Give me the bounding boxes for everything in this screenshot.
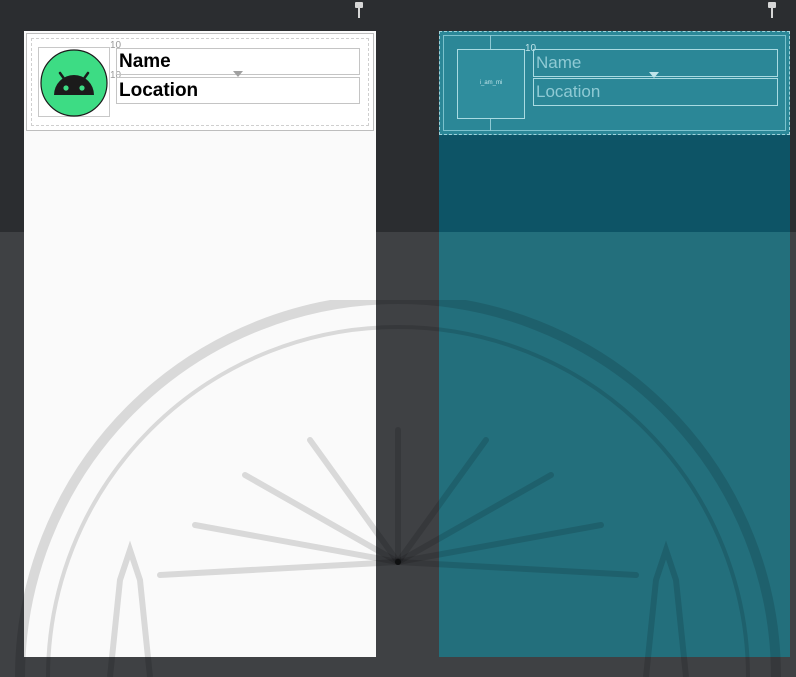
- blueprint-surface[interactable]: i_am_mi 10 Name Location: [439, 31, 790, 657]
- blueprint-list-item-row[interactable]: i_am_mi 10 Name Location: [439, 31, 790, 135]
- avatar-placeholder-label: i_am_mi: [479, 80, 503, 86]
- location-text-view[interactable]: Location: [116, 77, 360, 104]
- blueprint-bottom-area: [439, 232, 790, 657]
- android-icon[interactable]: [40, 49, 108, 117]
- pin-icon[interactable]: [354, 2, 364, 18]
- pin-icon[interactable]: [767, 2, 777, 18]
- constraint-arrow-icon: [649, 72, 659, 78]
- design-surface[interactable]: 10 10 Name Location: [24, 31, 376, 657]
- constraint-arrow-icon: [233, 71, 243, 77]
- blueprint-avatar[interactable]: i_am_mi: [457, 49, 525, 119]
- blueprint-location-text-view[interactable]: Location: [533, 78, 778, 106]
